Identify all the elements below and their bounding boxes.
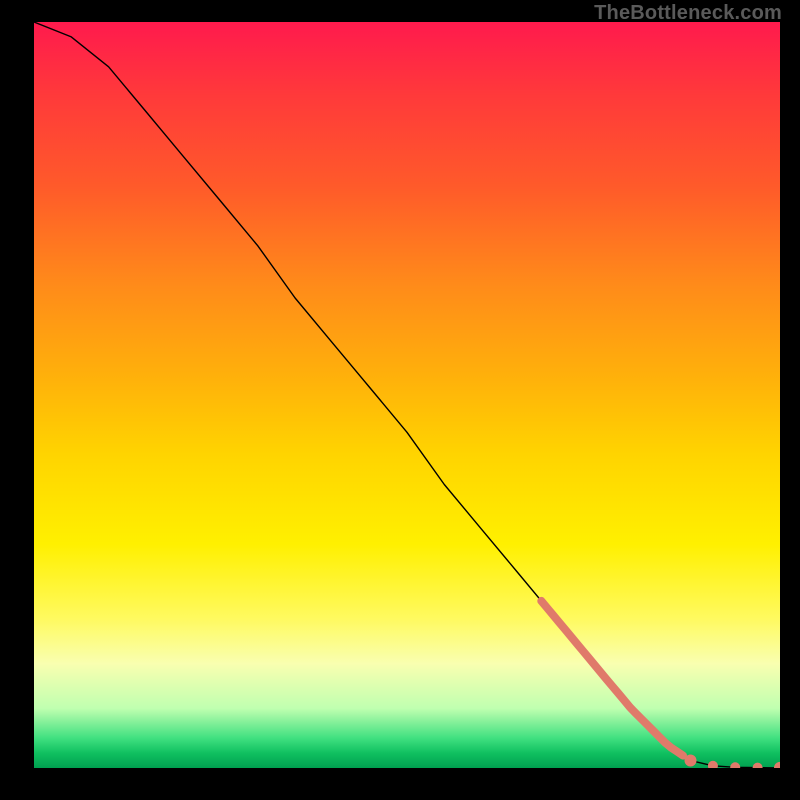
endpoint-dot	[685, 755, 697, 767]
endpoint-dot	[753, 763, 763, 768]
endpoint-dot	[708, 761, 718, 768]
plot-area	[34, 22, 780, 768]
endpoint-dot	[774, 762, 780, 768]
curve-line	[34, 22, 780, 768]
endpoint-dots	[685, 755, 781, 769]
chart-svg	[34, 22, 780, 768]
endpoint-dot	[730, 762, 740, 768]
curve-highlight	[541, 601, 683, 756]
watermark-text: TheBottleneck.com	[594, 2, 782, 25]
chart-frame: TheBottleneck.com	[0, 0, 800, 800]
